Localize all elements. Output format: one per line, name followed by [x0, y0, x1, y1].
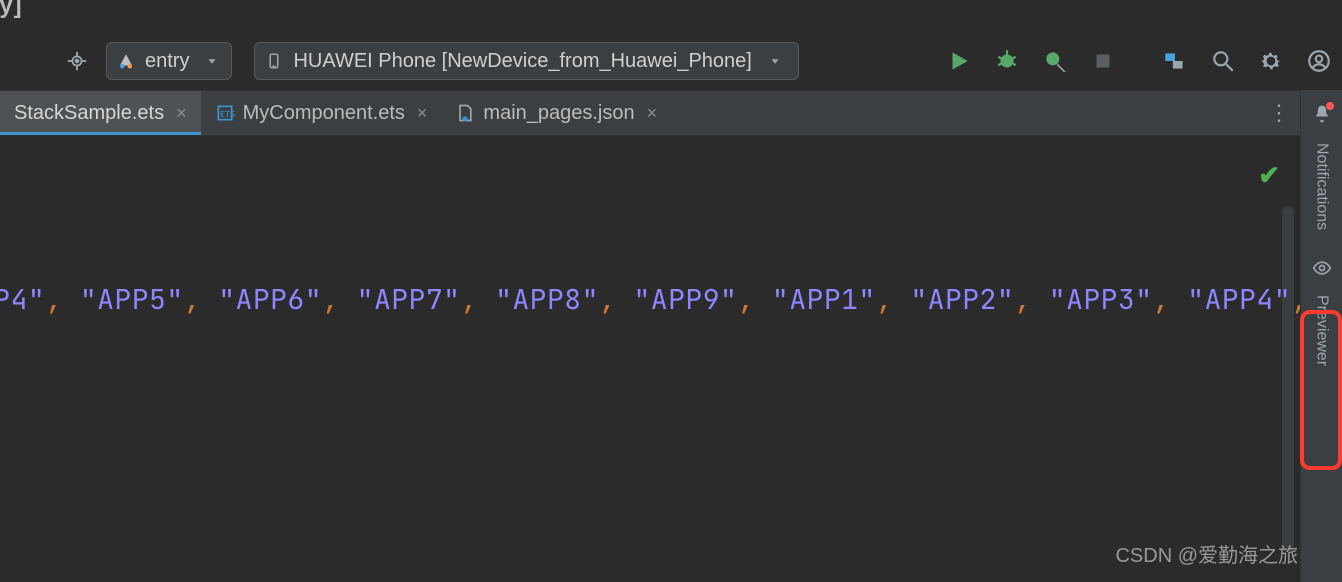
run-icon[interactable] — [942, 44, 976, 78]
svg-text:ETS: ETS — [220, 109, 235, 119]
inspection-ok-icon[interactable]: ✔ — [1258, 160, 1280, 191]
account-icon[interactable] — [1302, 44, 1336, 78]
tab-mycomponent[interactable]: ETS MyComponent.ets × — [201, 91, 442, 135]
tabs-overflow-icon[interactable]: ⋮ — [1260, 91, 1300, 135]
bell-icon — [1312, 104, 1332, 129]
code-editor[interactable]: ✔ PP4", "APP5", "APP6", "APP7", "APP8", … — [0, 136, 1300, 582]
search-icon[interactable] — [1206, 44, 1240, 78]
json-file-icon — [455, 103, 475, 123]
code-line: PP4", "APP5", "APP6", "APP7", "APP8", "A… — [0, 281, 1300, 318]
gear-icon[interactable] — [1254, 44, 1288, 78]
notification-dot-icon — [1326, 102, 1334, 110]
profile-icon[interactable] — [1038, 44, 1072, 78]
tab-stacksample[interactable]: StackSample.ets × — [0, 91, 201, 135]
previewer-tool[interactable]: Previewer — [1312, 252, 1332, 388]
editor-scrollbar[interactable] — [1282, 206, 1294, 552]
module-selector-label: entry — [145, 50, 189, 73]
close-icon[interactable]: × — [417, 103, 428, 124]
toolbar-right-group — [942, 36, 1336, 86]
stop-icon — [1086, 44, 1120, 78]
project-structure-icon[interactable] — [1158, 44, 1192, 78]
debug-icon[interactable] — [990, 44, 1024, 78]
notifications-label: Notifications — [1313, 137, 1331, 242]
tab-label: main_pages.json — [483, 102, 634, 125]
notifications-tool[interactable]: Notifications — [1312, 98, 1332, 252]
previewer-label: Previewer — [1313, 289, 1331, 378]
editor-tabs: StackSample.ets × ETS MyComponent.ets × … — [0, 90, 1300, 136]
close-icon[interactable]: × — [647, 103, 658, 124]
device-selector[interactable]: HUAWEI Phone [NewDevice_from_Huawei_Phon… — [254, 42, 798, 80]
watermark-text: CSDN @爱勤海之旅 — [1115, 539, 1298, 568]
tab-label: MyComponent.ets — [243, 102, 405, 125]
tab-mainpages[interactable]: main_pages.json × — [441, 91, 671, 135]
module-selector[interactable]: entry — [106, 42, 232, 80]
target-icon[interactable] — [60, 44, 94, 78]
device-selector-label: HUAWEI Phone [NewDevice_from_Huawei_Phon… — [293, 50, 751, 73]
eye-icon — [1312, 258, 1332, 283]
right-tool-rail: Notifications Previewer — [1300, 90, 1342, 582]
tab-label: StackSample.ets — [14, 102, 164, 125]
chevron-down-icon — [768, 54, 782, 68]
ets-file-icon: ETS — [215, 103, 235, 123]
close-icon[interactable]: × — [176, 103, 187, 124]
main-toolbar: entry HUAWEI Phone [NewDevice_from_Huawe… — [0, 36, 1342, 86]
cropped-header-text: try] — [0, 0, 23, 20]
chevron-down-icon — [205, 54, 219, 68]
